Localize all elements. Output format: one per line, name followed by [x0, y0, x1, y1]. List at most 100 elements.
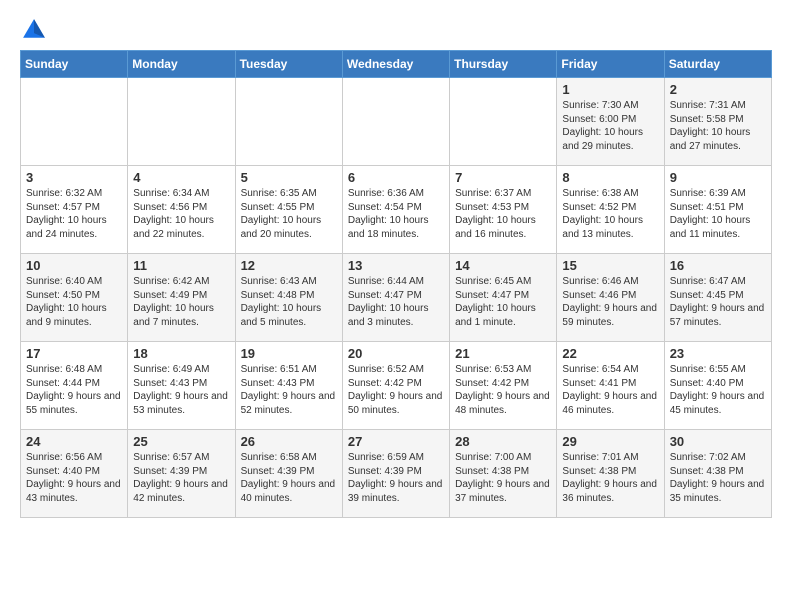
day-info: Sunrise: 7:02 AM Sunset: 4:38 PM Dayligh… — [670, 451, 766, 505]
header-saturday: Saturday — [664, 51, 771, 78]
cell-w2-d6: 9 Sunrise: 6:39 AM Sunset: 4:51 PM Daylig… — [664, 166, 771, 254]
day-number: 18 — [133, 346, 229, 361]
cell-w1-d5: 1 Sunrise: 7:30 AM Sunset: 6:00 PM Daylig… — [557, 78, 664, 166]
cell-w4-d6: 23 Sunrise: 6:55 AM Sunset: 4:40 PM Dayli… — [664, 342, 771, 430]
cell-w3-d5: 15 Sunrise: 6:46 AM Sunset: 4:46 PM Dayli… — [557, 254, 664, 342]
cell-w4-d4: 21 Sunrise: 6:53 AM Sunset: 4:42 PM Dayli… — [450, 342, 557, 430]
page: SundayMondayTuesdayWednesdayThursdayFrid… — [0, 0, 792, 528]
day-number: 16 — [670, 258, 766, 273]
cell-w2-d4: 7 Sunrise: 6:37 AM Sunset: 4:53 PM Daylig… — [450, 166, 557, 254]
day-number: 21 — [455, 346, 551, 361]
cell-w3-d0: 10 Sunrise: 6:40 AM Sunset: 4:50 PM Dayli… — [21, 254, 128, 342]
day-info: Sunrise: 6:34 AM Sunset: 4:56 PM Dayligh… — [133, 187, 229, 241]
day-number: 13 — [348, 258, 444, 273]
day-info: Sunrise: 6:44 AM Sunset: 4:47 PM Dayligh… — [348, 275, 444, 329]
cell-w3-d4: 14 Sunrise: 6:45 AM Sunset: 4:47 PM Dayli… — [450, 254, 557, 342]
cell-w2-d0: 3 Sunrise: 6:32 AM Sunset: 4:57 PM Daylig… — [21, 166, 128, 254]
week-row-4: 17Sunrise: 6:48 AM Sunset: 4:44 PM Dayli… — [21, 342, 772, 430]
logo-icon — [20, 16, 48, 44]
day-info: Sunrise: 6:57 AM Sunset: 4:39 PM Dayligh… — [133, 451, 229, 505]
day-info: Sunrise: 6:40 AM Sunset: 4:50 PM Dayligh… — [26, 275, 122, 329]
day-number: 27 — [348, 434, 444, 449]
cell-w4-d5: 22 Sunrise: 6:54 AM Sunset: 4:41 PM Dayli… — [557, 342, 664, 430]
day-number: 29 — [562, 434, 658, 449]
day-number: 15 — [562, 258, 658, 273]
calendar-body: 1 Sunrise: 7:30 AM Sunset: 6:00 PM Daylig… — [21, 78, 772, 518]
calendar-table: SundayMondayTuesdayWednesdayThursdayFrid… — [20, 50, 772, 518]
day-number: 4 — [133, 170, 229, 185]
day-info: Sunrise: 6:55 AM Sunset: 4:40 PM Dayligh… — [670, 363, 766, 417]
day-info: Sunrise: 6:47 AM Sunset: 4:45 PM Dayligh… — [670, 275, 766, 329]
week-row-2: 3 Sunrise: 6:32 AM Sunset: 4:57 PM Daylig… — [21, 166, 772, 254]
day-number: 10 — [26, 258, 122, 273]
week-row-3: 10 Sunrise: 6:40 AM Sunset: 4:50 PM Dayli… — [21, 254, 772, 342]
week-row-1: 1 Sunrise: 7:30 AM Sunset: 6:00 PM Daylig… — [21, 78, 772, 166]
day-info: Sunrise: 6:53 AM Sunset: 4:42 PM Dayligh… — [455, 363, 551, 417]
day-number: 14 — [455, 258, 551, 273]
cell-w2-d5: 8Sunrise: 6:38 AM Sunset: 4:52 PM Daylig… — [557, 166, 664, 254]
day-number: 25 — [133, 434, 229, 449]
logo — [20, 16, 52, 44]
cell-w5-d1: 25 Sunrise: 6:57 AM Sunset: 4:39 PM Dayli… — [128, 430, 235, 518]
cell-w2-d2: 5 Sunrise: 6:35 AM Sunset: 4:55 PM Daylig… — [235, 166, 342, 254]
day-info: Sunrise: 6:39 AM Sunset: 4:51 PM Dayligh… — [670, 187, 766, 241]
cell-w5-d2: 26 Sunrise: 6:58 AM Sunset: 4:39 PM Dayli… — [235, 430, 342, 518]
day-info: Sunrise: 6:32 AM Sunset: 4:57 PM Dayligh… — [26, 187, 122, 241]
day-info: Sunrise: 6:56 AM Sunset: 4:40 PM Dayligh… — [26, 451, 122, 505]
day-info: Sunrise: 7:31 AM Sunset: 5:58 PM Dayligh… — [670, 99, 766, 153]
header-friday: Friday — [557, 51, 664, 78]
day-info: Sunrise: 6:35 AM Sunset: 4:55 PM Dayligh… — [241, 187, 337, 241]
day-info: Sunrise: 6:38 AM Sunset: 4:52 PM Dayligh… — [562, 187, 658, 241]
cell-w5-d3: 27 Sunrise: 6:59 AM Sunset: 4:39 PM Dayli… — [342, 430, 449, 518]
cell-w3-d6: 16 Sunrise: 6:47 AM Sunset: 4:45 PM Dayli… — [664, 254, 771, 342]
day-info: Sunrise: 6:45 AM Sunset: 4:47 PM Dayligh… — [455, 275, 551, 329]
header-tuesday: Tuesday — [235, 51, 342, 78]
header-thursday: Thursday — [450, 51, 557, 78]
header-monday: Monday — [128, 51, 235, 78]
day-number: 5 — [241, 170, 337, 185]
day-info: Sunrise: 6:54 AM Sunset: 4:41 PM Dayligh… — [562, 363, 658, 417]
header-row: SundayMondayTuesdayWednesdayThursdayFrid… — [21, 51, 772, 78]
cell-w4-d0: 17Sunrise: 6:48 AM Sunset: 4:44 PM Dayli… — [21, 342, 128, 430]
week-row-5: 24 Sunrise: 6:56 AM Sunset: 4:40 PM Dayli… — [21, 430, 772, 518]
cell-w2-d3: 6 Sunrise: 6:36 AM Sunset: 4:54 PM Daylig… — [342, 166, 449, 254]
day-info: Sunrise: 6:37 AM Sunset: 4:53 PM Dayligh… — [455, 187, 551, 241]
day-number: 19 — [241, 346, 337, 361]
cell-w3-d3: 13 Sunrise: 6:44 AM Sunset: 4:47 PM Dayli… — [342, 254, 449, 342]
cell-w3-d2: 12 Sunrise: 6:43 AM Sunset: 4:48 PM Dayli… — [235, 254, 342, 342]
day-info: Sunrise: 7:30 AM Sunset: 6:00 PM Dayligh… — [562, 99, 658, 153]
day-number: 7 — [455, 170, 551, 185]
day-number: 11 — [133, 258, 229, 273]
day-number: 6 — [348, 170, 444, 185]
calendar-header: SundayMondayTuesdayWednesdayThursdayFrid… — [21, 51, 772, 78]
cell-w1-d6: 2 Sunrise: 7:31 AM Sunset: 5:58 PM Daylig… — [664, 78, 771, 166]
cell-w1-d4 — [450, 78, 557, 166]
cell-w5-d0: 24 Sunrise: 6:56 AM Sunset: 4:40 PM Dayli… — [21, 430, 128, 518]
day-number: 12 — [241, 258, 337, 273]
header — [20, 16, 772, 44]
day-info: Sunrise: 6:59 AM Sunset: 4:39 PM Dayligh… — [348, 451, 444, 505]
day-number: 26 — [241, 434, 337, 449]
cell-w5-d4: 28Sunrise: 7:00 AM Sunset: 4:38 PM Dayli… — [450, 430, 557, 518]
day-info: Sunrise: 6:36 AM Sunset: 4:54 PM Dayligh… — [348, 187, 444, 241]
cell-w5-d5: 29Sunrise: 7:01 AM Sunset: 4:38 PM Dayli… — [557, 430, 664, 518]
day-number: 1 — [562, 82, 658, 97]
day-number: 23 — [670, 346, 766, 361]
cell-w4-d1: 18Sunrise: 6:49 AM Sunset: 4:43 PM Dayli… — [128, 342, 235, 430]
day-info: Sunrise: 6:46 AM Sunset: 4:46 PM Dayligh… — [562, 275, 658, 329]
cell-w1-d3 — [342, 78, 449, 166]
cell-w3-d1: 11Sunrise: 6:42 AM Sunset: 4:49 PM Dayli… — [128, 254, 235, 342]
cell-w4-d3: 20 Sunrise: 6:52 AM Sunset: 4:42 PM Dayli… — [342, 342, 449, 430]
day-info: Sunrise: 6:51 AM Sunset: 4:43 PM Dayligh… — [241, 363, 337, 417]
cell-w1-d2 — [235, 78, 342, 166]
day-info: Sunrise: 6:58 AM Sunset: 4:39 PM Dayligh… — [241, 451, 337, 505]
day-number: 24 — [26, 434, 122, 449]
day-number: 3 — [26, 170, 122, 185]
day-number: 9 — [670, 170, 766, 185]
day-info: Sunrise: 7:00 AM Sunset: 4:38 PM Dayligh… — [455, 451, 551, 505]
day-info: Sunrise: 6:43 AM Sunset: 4:48 PM Dayligh… — [241, 275, 337, 329]
day-info: Sunrise: 6:52 AM Sunset: 4:42 PM Dayligh… — [348, 363, 444, 417]
day-number: 20 — [348, 346, 444, 361]
day-number: 2 — [670, 82, 766, 97]
day-number: 22 — [562, 346, 658, 361]
